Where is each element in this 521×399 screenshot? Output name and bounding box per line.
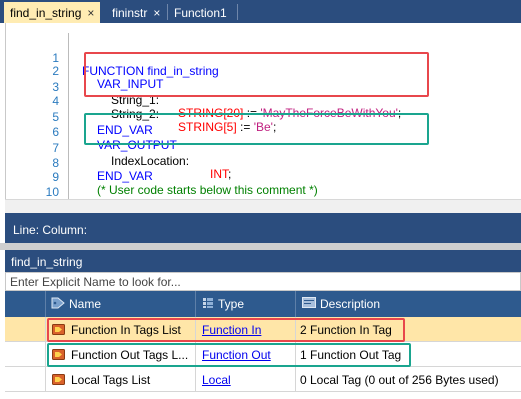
- tab-label: fininstr: [112, 5, 148, 20]
- column-header-label: Name: [69, 297, 102, 311]
- tags-grid-header: Name Type Description: [5, 291, 521, 317]
- cursor-position-label: Line: Column:: [13, 223, 88, 237]
- tag-list-name: Local Tags List: [71, 372, 151, 387]
- code-line-2: 2 VAR_INPUT: [6, 52, 163, 91]
- column-header-label: Type: [218, 297, 245, 311]
- code-line-7: 7 IndexLocation: INT;: [6, 129, 231, 181]
- statement-end: ;: [228, 167, 232, 181]
- code-line-10: 10: [6, 173, 59, 199]
- tab-separator: [237, 4, 238, 20]
- type-grid-icon: [202, 297, 214, 312]
- tab-find-in-string[interactable]: find_in_string ×: [4, 2, 101, 23]
- code-editor[interactable]: 1 FUNCTION find_in_string 2 VAR_INPUT 3 …: [5, 23, 521, 213]
- column-header-description[interactable]: Description: [296, 291, 521, 317]
- tag-list-name-cell[interactable]: Local Tags List: [46, 367, 196, 392]
- function-in-highlight-box: [47, 318, 405, 342]
- editor-status-bar: Line: Column:: [5, 213, 521, 243]
- column-header-label: Description: [320, 297, 381, 311]
- code-line-5: 5 END_VAR: [6, 98, 152, 137]
- code-line-8: 8 END_VAR: [6, 144, 152, 183]
- tab-label: Function1: [174, 5, 227, 20]
- row-indicator: [5, 342, 46, 367]
- row-indicator: [5, 317, 46, 342]
- code-line-3: 3 String_1: STRING[20] := 'MayTheForceBe…: [6, 68, 401, 120]
- tags-panel-title: find_in_string: [5, 250, 521, 272]
- variable-name: IndexLocation:: [111, 154, 190, 168]
- tag-description: 0 Local Tag (0 out of 256 Bytes used): [300, 372, 499, 387]
- tag-description-cell: 0 Local Tag (0 out of 256 Bytes used): [296, 367, 521, 392]
- tag-list-icon: [52, 374, 65, 385]
- data-type: INT: [210, 167, 228, 181]
- tag-icon: [51, 297, 65, 312]
- code-line-4: 4 String_2: STRING[5] := 'Be';: [6, 82, 276, 134]
- editor-tab-bar: find_in_string × fininstr × Function1: [0, 0, 521, 23]
- column-header-type[interactable]: Type: [196, 291, 296, 317]
- tab-label: find_in_string: [10, 5, 82, 20]
- explicit-name-search-field[interactable]: [5, 272, 521, 291]
- var-output-highlight-box: [84, 113, 429, 145]
- gutter-divider: [68, 33, 69, 205]
- column-header-name[interactable]: Name: [46, 291, 196, 317]
- code-line-6: 6 VAR_OUTPUT: [6, 113, 176, 152]
- line-number: 10: [45, 185, 59, 199]
- tab-function1[interactable]: Function1: [168, 2, 233, 23]
- var-input-highlight-box: [84, 52, 429, 97]
- keyword: END_VAR: [97, 169, 153, 183]
- description-icon: [302, 297, 316, 311]
- code-line-1: 1 FUNCTION find_in_string: [6, 39, 218, 78]
- code-comment: (* User code starts below this comment *…: [97, 183, 318, 197]
- table-row[interactable]: Local Tags List Local 0 Local Tag (0 out…: [5, 367, 521, 392]
- close-icon[interactable]: ×: [87, 6, 94, 20]
- panel-splitter[interactable]: [0, 243, 521, 250]
- row-indicator: [5, 367, 46, 392]
- explicit-name-search-input[interactable]: [6, 273, 520, 290]
- code-line-9: 9 (* User code starts below this comment…: [6, 158, 317, 197]
- row-indicator-header: [5, 291, 46, 317]
- tag-type-cell[interactable]: Local: [196, 367, 296, 392]
- close-icon[interactable]: ×: [153, 6, 160, 20]
- function-out-highlight-box: [47, 343, 411, 367]
- tab-fininstr[interactable]: fininstr ×: [106, 2, 166, 23]
- tag-type-link[interactable]: Local: [202, 373, 231, 387]
- editor-horizontal-scrollbar[interactable]: [5, 199, 521, 213]
